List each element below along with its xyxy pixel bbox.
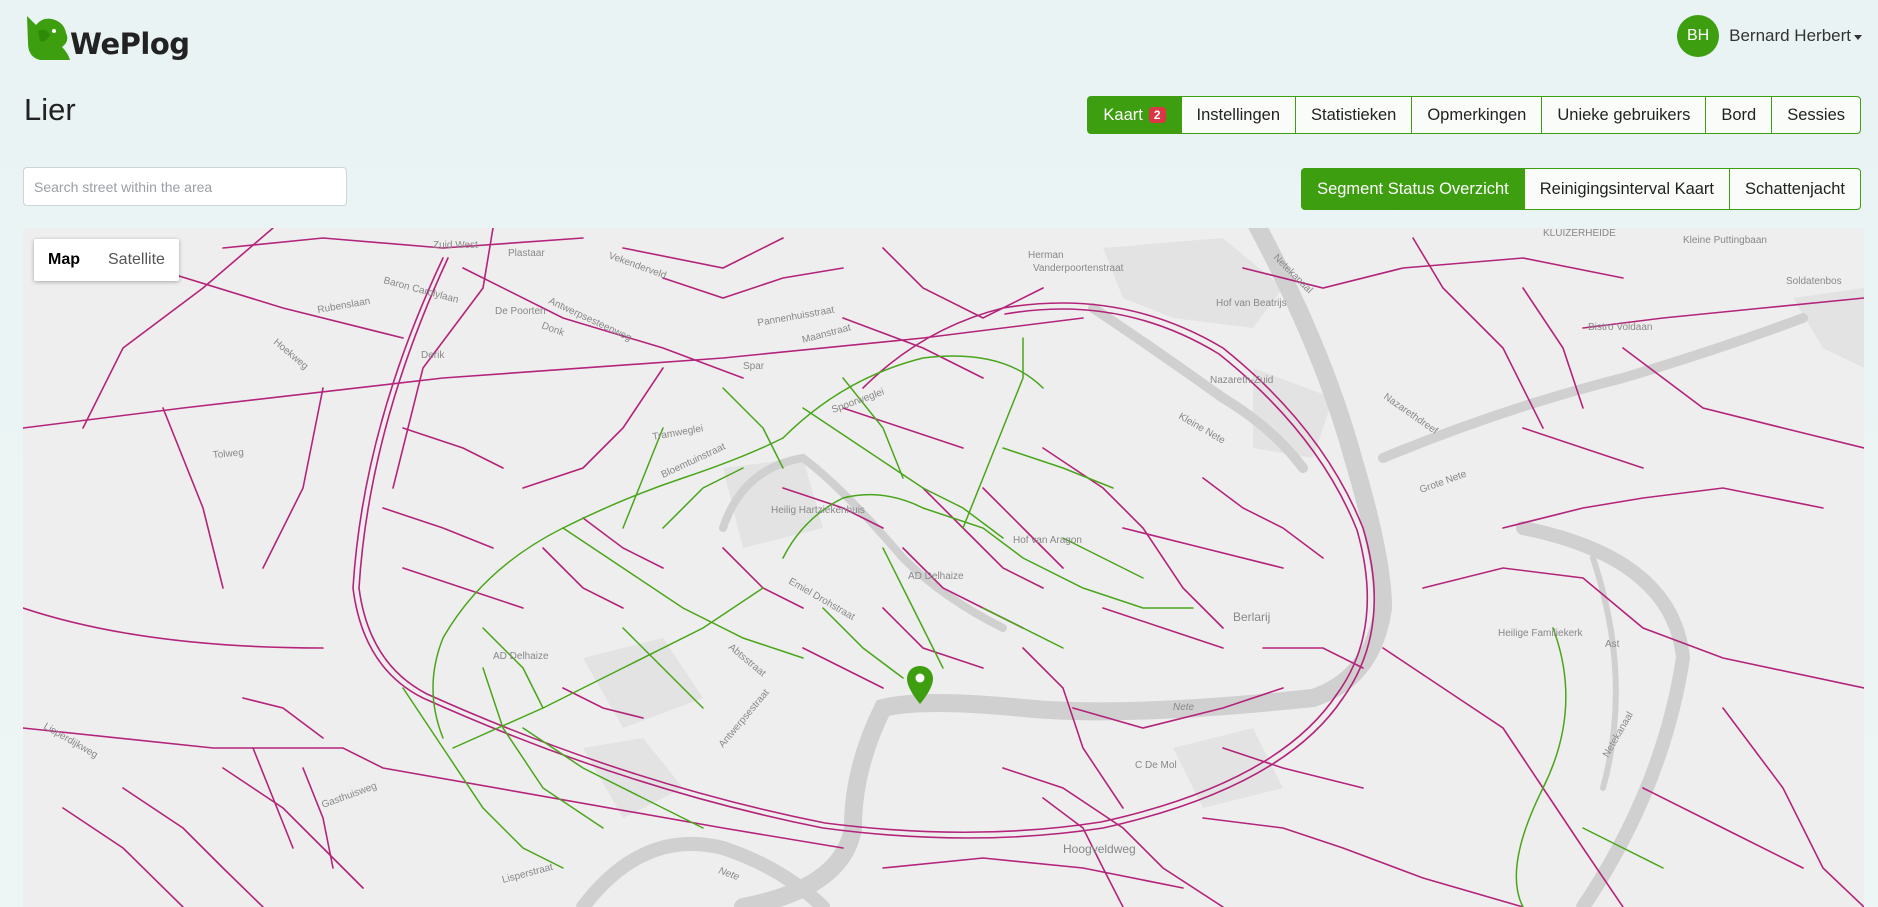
tab-statistieken[interactable]: Statistieken <box>1295 96 1413 134</box>
map-label: Spar <box>743 361 765 372</box>
map-label: Hoekweg <box>271 337 310 372</box>
map-label: Tolweg <box>212 447 244 461</box>
tab-sessies[interactable]: Sessies <box>1771 96 1861 134</box>
treasure-hunt-button[interactable]: Schattenjacht <box>1729 168 1861 210</box>
map-label: Hoogveldweg <box>1063 842 1136 856</box>
map-label: Heilig Hartziekenhuis <box>771 505 865 516</box>
map-label: Rubenslaan <box>317 296 371 316</box>
main-tabs: Kaart 2 Instellingen Statistieken Opmerk… <box>1087 96 1861 134</box>
avatar: BH <box>1677 15 1720 57</box>
map-label: Hof van Aragon <box>1013 535 1082 546</box>
map-label: Pannenhuisstraat <box>757 305 836 329</box>
map-label: C De Mol <box>1135 760 1177 771</box>
tab-instellingen[interactable]: Instellingen <box>1180 96 1297 134</box>
map-label: Lisperdijkweg <box>42 721 100 761</box>
map-label: Emiel Drohstraat <box>787 576 857 623</box>
map-label: AD Delhaize <box>908 571 964 582</box>
map-label: Gasthuisweg <box>320 781 378 811</box>
user-name: Bernard Herbert <box>1729 26 1851 45</box>
map-label: Netekanaal <box>1601 710 1636 759</box>
map-label: KLUIZERHEIDE <box>1543 228 1616 239</box>
map-label: Vanderpoortenstraat <box>1033 263 1124 274</box>
map-label: Herman <box>1028 250 1064 261</box>
map-canvas[interactable]: Zuid West Plastaar Vekenderveld Baron Ca… <box>23 228 1864 907</box>
map-label: Grote Nete <box>1418 469 1468 496</box>
cleaning-interval-map-button[interactable]: Reinigingsinterval Kaart <box>1523 168 1731 210</box>
map-label: Spoorweglei <box>830 387 885 416</box>
satellite-view-button[interactable]: Satellite <box>94 239 179 281</box>
map-label: Plastaar <box>508 248 545 259</box>
page-title: Lier <box>24 92 76 127</box>
map-label: Donk <box>540 320 567 339</box>
map-label: Hof van Beatrijs <box>1216 298 1287 309</box>
chevron-down-icon <box>1854 34 1862 40</box>
tab-unieke-gebruikers[interactable]: Unieke gebruikers <box>1541 96 1707 134</box>
map-label: Bistro Voldaan <box>1588 322 1653 333</box>
map-label: Soldatenbos <box>1786 276 1842 287</box>
brand-name: WePlog <box>70 27 190 61</box>
map-label: Antwerpsestraat <box>717 687 772 750</box>
map-label: Zuid West <box>433 240 478 251</box>
squirrel-logo-icon <box>27 16 70 60</box>
map-label: Tramweglei <box>652 423 704 443</box>
map-label: Lisperstraat <box>501 862 555 886</box>
map-label: Nazareth-Zuid <box>1210 375 1273 386</box>
map-label: Ast <box>1605 639 1620 650</box>
map-base-layer: Zuid West Plastaar Vekenderveld Baron Ca… <box>23 228 1864 907</box>
brand-logo[interactable]: WePlog <box>24 12 190 64</box>
map-label: Derik <box>421 350 445 361</box>
segment-status-overview-button[interactable]: Segment Status Overzicht <box>1301 168 1525 210</box>
user-menu[interactable]: BH Bernard Herbert <box>1677 15 1862 57</box>
tab-bord[interactable]: Bord <box>1705 96 1773 134</box>
tab-opmerkingen[interactable]: Opmerkingen <box>1411 96 1543 134</box>
notification-badge: 2 <box>1148 107 1166 123</box>
map-label: De Poorten <box>495 306 546 317</box>
view-switcher: Segment Status Overzicht Reinigingsinter… <box>1301 168 1861 210</box>
map-view-button[interactable]: Map <box>34 239 94 281</box>
map-label: Kleine Puttingbaan <box>1683 235 1767 246</box>
map-label: Nete <box>1173 702 1195 713</box>
map-label: AD Delhaize <box>493 651 549 662</box>
map-label: Berlarij <box>1233 610 1270 624</box>
map-label: Maanstraat <box>801 322 852 346</box>
search-street-input[interactable] <box>23 167 347 206</box>
map-label: Abtsstraat <box>726 642 768 680</box>
map-label: Heilige Familiekerk <box>1498 628 1583 639</box>
map-label: Nazarethdreef <box>1381 391 1439 436</box>
map-label: Kleine Nete <box>1177 411 1228 447</box>
location-pin-icon[interactable] <box>906 665 934 705</box>
map-type-control: Map Satellite <box>34 239 179 281</box>
map-label: Baron Carolylaan <box>382 275 459 306</box>
tab-kaart[interactable]: Kaart 2 <box>1087 96 1182 134</box>
tab-label: Kaart <box>1103 105 1143 124</box>
map-label: Nete <box>717 865 741 883</box>
